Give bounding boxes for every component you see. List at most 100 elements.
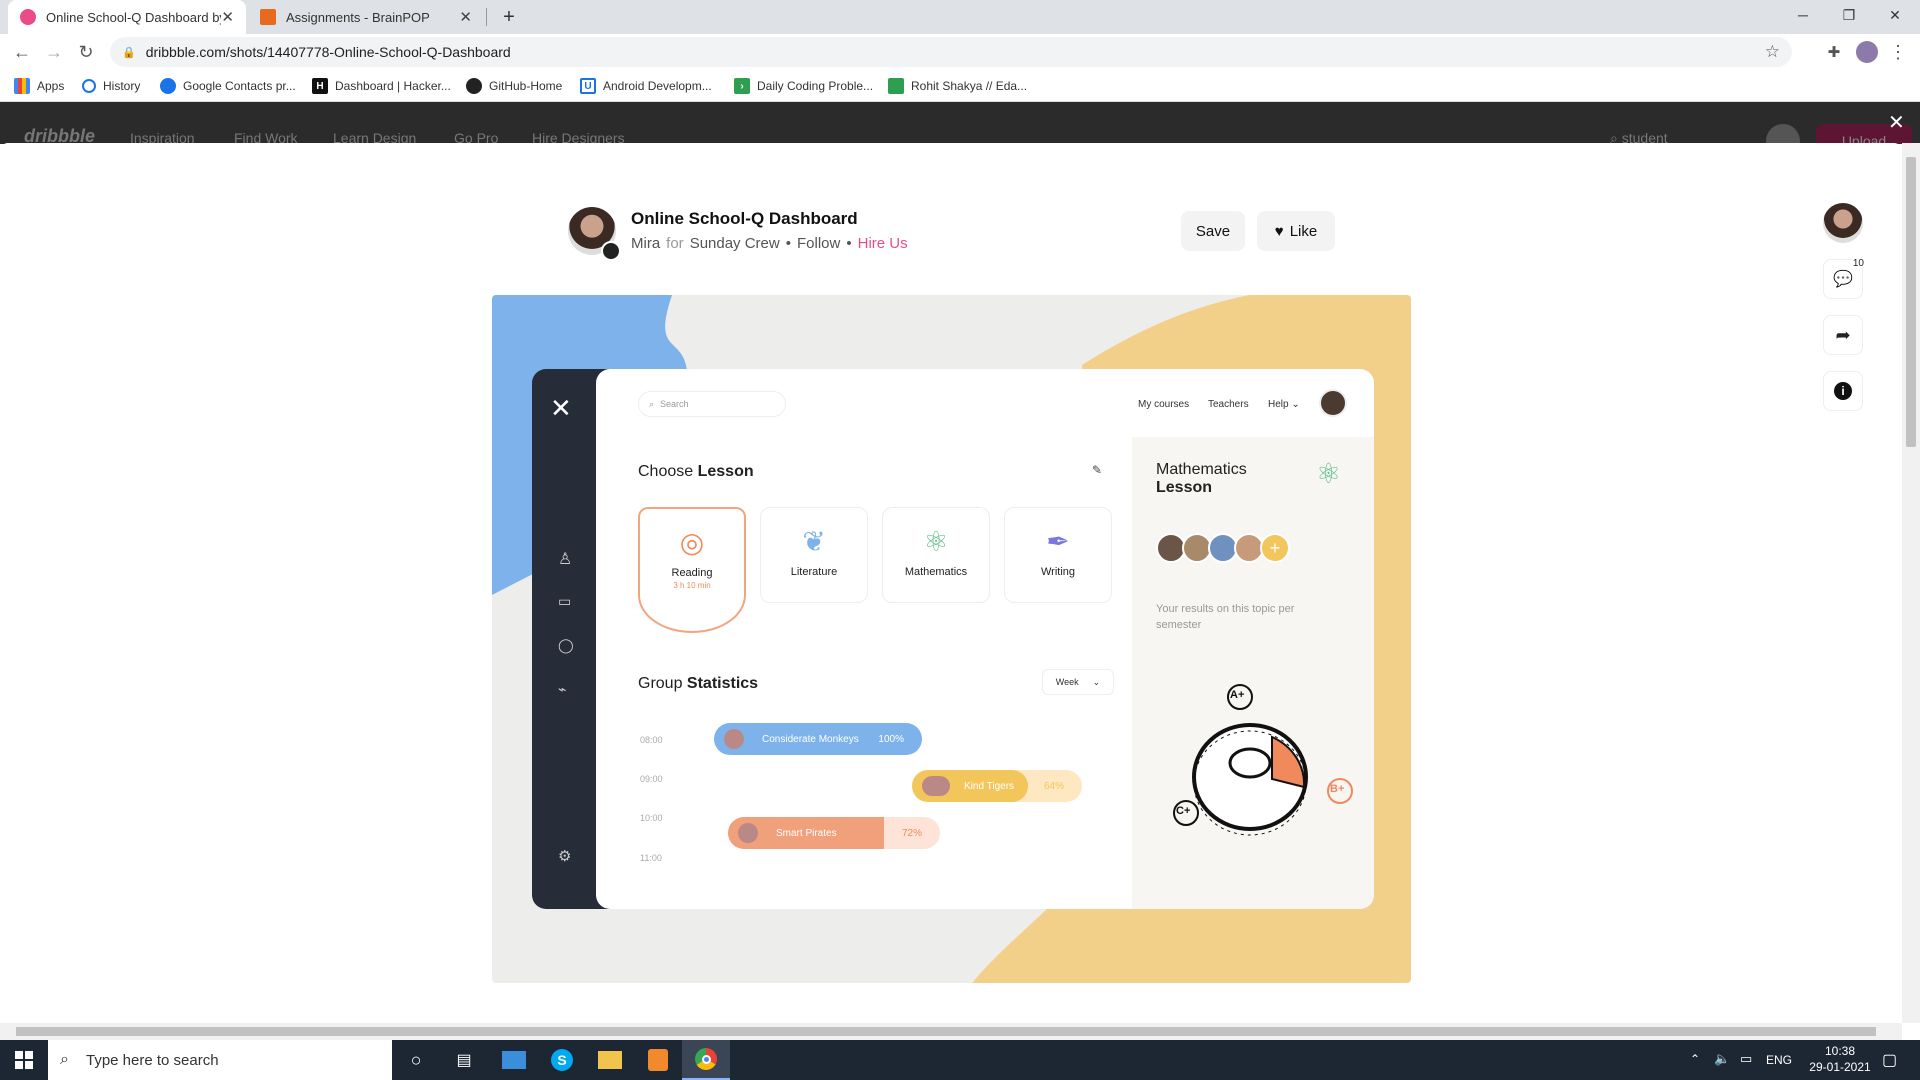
calendar-icon[interactable]: ▭ xyxy=(558,593,571,610)
save-button[interactable]: Save xyxy=(1181,211,1245,251)
lesson-card-literature[interactable]: ❦ Literature xyxy=(760,507,868,603)
close-tab-icon[interactable]: ✕ xyxy=(459,8,472,26)
team-link[interactable]: Sunday Crew xyxy=(690,235,780,252)
edit-icon[interactable]: ✎ xyxy=(1092,463,1102,477)
scrollbar-thumb[interactable] xyxy=(1906,157,1916,447)
network-icon[interactable]: ▭ xyxy=(1740,1051,1752,1067)
nav-my-courses[interactable]: My courses xyxy=(1138,399,1189,410)
stat-bar-kind-tigers[interactable]: Kind Tigers 64% xyxy=(912,770,1082,802)
dribbble-logo[interactable]: dribbble xyxy=(24,126,95,144)
minimize-icon[interactable]: ─ xyxy=(1780,0,1826,30)
group-pct: 100% xyxy=(878,733,904,745)
nav-teachers[interactable]: Teachers xyxy=(1208,399,1249,410)
windows-start-icon[interactable] xyxy=(0,1040,48,1080)
task-view-icon[interactable]: ▤ xyxy=(440,1040,488,1080)
bookmark-daily-coding[interactable]: › Daily Coding Proble... xyxy=(734,76,873,96)
info-button[interactable]: i xyxy=(1823,371,1863,411)
reload-icon[interactable]: ↻ xyxy=(74,40,98,64)
nav-help[interactable]: Help ⌄ xyxy=(1268,399,1300,410)
horizontal-scrollbar[interactable] xyxy=(0,1023,1902,1040)
stat-bar-smart-pirates[interactable]: Smart Pirates 72% xyxy=(728,817,940,849)
bookmark-android[interactable]: U Android Developm... xyxy=(580,76,712,96)
hire-us-link[interactable]: Hire Us xyxy=(858,235,908,252)
period-value: Week xyxy=(1055,677,1079,687)
restore-icon[interactable]: ❐ xyxy=(1826,0,1872,30)
bookmark-label: Rohit Shakya // Eda... xyxy=(911,79,1028,93)
nav-learn-design[interactable]: Learn Design xyxy=(333,130,416,144)
new-tab-icon[interactable]: + xyxy=(496,4,522,30)
chrome-taskbar-icon[interactable] xyxy=(682,1040,730,1080)
sidebar-author-avatar[interactable] xyxy=(1823,203,1863,243)
lesson-card-writing[interactable]: ✒ Writing xyxy=(1004,507,1112,603)
nav-find-work[interactable]: Find Work xyxy=(234,130,298,144)
like-button[interactable]: ♥ Like xyxy=(1257,211,1335,251)
chat-icon[interactable]: ◯ xyxy=(558,637,574,654)
bookmark-label: History xyxy=(103,79,141,93)
lesson-time: 3 h 10 min xyxy=(673,581,711,590)
sublime-text-icon[interactable] xyxy=(634,1040,682,1080)
tray-chevron-icon[interactable]: ⌃ xyxy=(1690,1052,1700,1066)
app-logo-icon[interactable]: ✕ xyxy=(550,393,572,424)
participants-avatars: + xyxy=(1156,533,1290,563)
bookmark-star-icon[interactable]: ☆ xyxy=(1765,42,1780,62)
shot-title: Online School-Q Dashboard xyxy=(631,209,858,228)
comments-button[interactable]: 💬 10 xyxy=(1823,258,1866,299)
notifications-icon[interactable]: ▢ xyxy=(1882,1050,1897,1070)
atom-icon: ⚛ xyxy=(923,526,949,557)
close-window-icon[interactable]: ✕ xyxy=(1872,0,1918,30)
bookmark-label: Google Contacts pr... xyxy=(183,79,296,93)
lock-icon: 🔒 xyxy=(122,46,136,59)
user-icon[interactable]: ♙ xyxy=(558,549,572,569)
skype-icon[interactable]: S xyxy=(538,1040,586,1080)
follow-link[interactable]: Follow xyxy=(797,235,840,252)
bookmark-apps[interactable]: Apps xyxy=(14,76,64,96)
add-participant-icon[interactable]: + xyxy=(1260,533,1290,563)
period-select[interactable]: Week ⌄ xyxy=(1042,669,1114,695)
url-input[interactable]: 🔒 dribbble.com/shots/14407778-Online-Sch… xyxy=(110,37,1792,67)
shot-byline: Mira for Sunday Crew • Follow • Hire Us xyxy=(631,235,908,252)
dashboard-search-input[interactable]: ⌕ Search xyxy=(638,391,786,417)
edabit-icon xyxy=(888,78,904,94)
lesson-card-mathematics[interactable]: ⚛ Mathematics xyxy=(882,507,990,603)
author-link[interactable]: Mira xyxy=(631,235,660,252)
bookmark-google-contacts[interactable]: Google Contacts pr... xyxy=(160,76,296,96)
bookmark-github[interactable]: GitHub-Home xyxy=(466,76,562,96)
settings-gear-icon[interactable]: ⚙ xyxy=(558,847,571,865)
language-indicator[interactable]: ENG xyxy=(1766,1053,1792,1067)
user-avatar[interactable] xyxy=(1766,124,1800,144)
nav-hire-designers[interactable]: Hire Designers xyxy=(532,130,625,144)
tab-brainpop[interactable]: Assignments - BrainPOP ✕ xyxy=(248,0,484,34)
bookmark-history[interactable]: History xyxy=(82,76,140,96)
modal-scrollbar[interactable] xyxy=(1902,143,1920,1023)
heading-bold: Lesson xyxy=(697,463,754,480)
back-icon[interactable]: ← xyxy=(10,40,34,64)
attachment-icon[interactable]: ⌁ xyxy=(558,681,566,698)
file-explorer-icon[interactable] xyxy=(586,1040,634,1080)
mail-icon[interactable] xyxy=(490,1040,538,1080)
nav-go-pro[interactable]: Go Pro xyxy=(454,130,498,144)
lesson-card-reading[interactable]: ◎ Reading 3 h 10 min xyxy=(638,507,746,633)
profile-avatar[interactable] xyxy=(1856,41,1878,63)
dashboard-avatar[interactable] xyxy=(1319,389,1347,417)
bookmark-hackerrank[interactable]: H Dashboard | Hacker... xyxy=(312,76,451,96)
share-button[interactable]: ➦ xyxy=(1823,315,1863,355)
bookmark-edabit[interactable]: Rohit Shakya // Eda... xyxy=(888,76,1027,96)
nav-inspiration[interactable]: Inspiration xyxy=(130,130,195,144)
menu-dots-icon[interactable]: ⋮ xyxy=(1886,40,1910,64)
tab-dribbble[interactable]: Online School-Q Dashboard by M ✕ xyxy=(8,0,246,34)
forward-icon[interactable]: → xyxy=(42,40,66,64)
close-modal-icon[interactable]: ✕ xyxy=(1888,110,1905,135)
taskbar-search-input[interactable]: ⌕ Type here to search xyxy=(48,1040,392,1080)
search-icon: ⌕ xyxy=(649,398,655,409)
team-badge-icon[interactable] xyxy=(601,241,621,261)
clock[interactable]: 10:38 29-01-2021 xyxy=(1808,1043,1872,1075)
shot-image[interactable]: ✕ ♙ ▭ ◯ ⌁ ⚙ ⌕ Search My courses Teachers … xyxy=(492,295,1411,983)
volume-icon[interactable]: 🔈 xyxy=(1714,1051,1730,1067)
cortana-icon[interactable]: ○ xyxy=(392,1040,440,1080)
dribbble-search[interactable]: ⌕ student xyxy=(1610,130,1668,144)
extensions-icon[interactable]: ✚ xyxy=(1822,40,1846,64)
time-label: 08:00 xyxy=(640,735,663,745)
stat-bar-considerate-monkeys[interactable]: Considerate Monkeys 100% xyxy=(714,723,922,755)
close-tab-icon[interactable]: ✕ xyxy=(221,8,234,26)
h-scrollbar-thumb[interactable] xyxy=(16,1027,1876,1036)
